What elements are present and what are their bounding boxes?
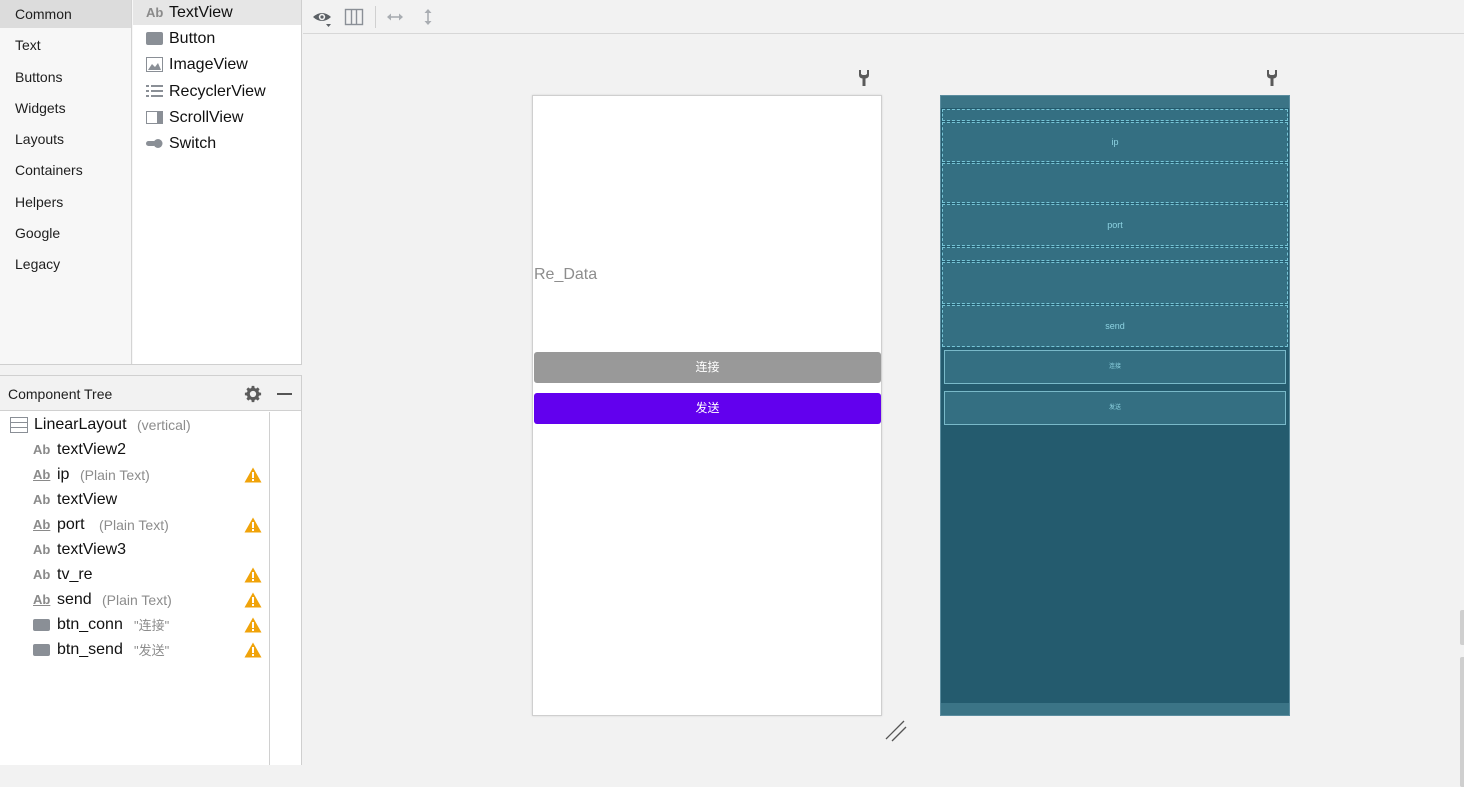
wrench-icon[interactable] [1265, 69, 1279, 87]
bp-port[interactable]: port [942, 204, 1288, 246]
widget-label: ScrollView [169, 109, 244, 126]
gear-icon[interactable] [244, 385, 262, 403]
widget-scrollview[interactable]: ScrollView [133, 105, 301, 130]
category-legacy[interactable]: Legacy [0, 250, 131, 278]
bp-btn-conn[interactable]: 连接 [944, 350, 1286, 384]
category-layouts[interactable]: Layouts [0, 125, 131, 153]
tree-node-name: LinearLayout [34, 416, 127, 433]
palette-panel: Common Text Buttons Widgets Layouts Cont… [0, 0, 302, 365]
tree-node-name: tv_re [57, 566, 93, 583]
tree-node-hint: (Plain Text) [80, 467, 150, 483]
blueprint-bottom-bar [941, 703, 1289, 715]
tree-node-name: textView2 [57, 441, 127, 458]
bp-ip[interactable]: ip [942, 122, 1288, 162]
design-surface[interactable]: Re_Data 连接 发送 [532, 95, 882, 716]
palette-categories: Common Text Buttons Widgets Layouts Cont… [0, 0, 132, 364]
wrench-icon[interactable] [857, 69, 871, 87]
tree-node-name: textView [57, 491, 118, 508]
tree-node-hint: "发送" [134, 643, 170, 658]
bp-tv-re[interactable] [942, 262, 1288, 304]
widget-label: TextView [169, 4, 233, 21]
button-icon [146, 32, 163, 45]
design-toolbar [303, 0, 1464, 34]
minimize-icon[interactable] [277, 393, 292, 395]
category-widgets[interactable]: Widgets [0, 94, 131, 122]
tv-re-text[interactable]: Re_Data [534, 266, 597, 284]
warning-icon[interactable] [244, 592, 262, 608]
textview-icon: Ab [33, 492, 51, 507]
warning-icon[interactable] [244, 517, 262, 533]
edittext-icon: Ab [33, 467, 51, 482]
design-canvas: Re_Data 连接 发送 ip port send 连接 发送 [303, 35, 1464, 787]
image-icon [146, 57, 163, 72]
vertical-resize-icon[interactable] [417, 6, 439, 28]
connect-button[interactable]: 连接 [534, 352, 881, 383]
tree-node-hint: "连接" [134, 618, 170, 633]
resize-handle-icon[interactable] [884, 719, 908, 743]
list-icon [146, 85, 163, 97]
category-common[interactable]: Common [0, 0, 131, 28]
textview-icon: Ab [33, 542, 51, 557]
tree-node-name: btn_send [57, 641, 123, 658]
tree-node-name: btn_conn [57, 616, 123, 633]
tree-node-hint: (vertical) [137, 417, 191, 433]
columns-icon[interactable] [343, 6, 365, 28]
side-panel-tab[interactable] [1460, 610, 1464, 645]
tree-node-name: port [57, 516, 85, 533]
warning-icon[interactable] [244, 567, 262, 583]
widget-textview[interactable]: Ab TextView [133, 0, 301, 25]
button-icon [33, 619, 50, 631]
textview-icon: Ab [146, 5, 164, 20]
component-tree-header: Component Tree [0, 375, 301, 411]
widget-button[interactable]: Button [133, 26, 301, 51]
textview-icon: Ab [33, 442, 51, 457]
scrollview-icon [146, 111, 163, 124]
side-panel-tab[interactable] [1460, 657, 1464, 787]
edittext-icon: Ab [33, 592, 51, 607]
switch-icon [146, 139, 163, 148]
blueprint-surface[interactable]: ip port send 连接 发送 [940, 95, 1290, 716]
component-tree-panel: Component Tree LinearLayout (vertical) A… [0, 375, 302, 765]
eye-icon[interactable] [311, 6, 333, 28]
widget-recyclerview[interactable]: RecyclerView [133, 79, 301, 104]
category-google[interactable]: Google [0, 219, 131, 247]
warning-icon[interactable] [244, 617, 262, 633]
bp-btn-send[interactable]: 发送 [944, 391, 1286, 425]
category-text[interactable]: Text [0, 31, 131, 59]
widget-label: Switch [169, 135, 217, 152]
tree-node-hint: (Plain Text) [102, 592, 172, 608]
tree-node-name: send [57, 591, 92, 608]
linearlayout-icon [10, 417, 28, 433]
warning-icon[interactable] [244, 642, 262, 658]
category-buttons[interactable]: Buttons [0, 63, 131, 91]
bp-send[interactable]: send [942, 305, 1288, 347]
button-icon [33, 644, 50, 656]
bp-textview[interactable] [942, 163, 1288, 203]
widget-switch[interactable]: Switch [133, 131, 301, 156]
horizontal-resize-icon[interactable] [384, 6, 406, 28]
tree-node-name: ip [57, 466, 70, 483]
bp-textview3[interactable] [942, 247, 1288, 261]
edittext-icon: Ab [33, 517, 51, 532]
blueprint-top-bar [941, 96, 1289, 108]
category-containers[interactable]: Containers [0, 156, 131, 184]
tree-node-name: textView3 [57, 541, 127, 558]
tree-node-hint: (Plain Text) [99, 517, 169, 533]
palette-widgets: Ab TextView Button ImageView RecyclerVie… [133, 0, 301, 364]
widget-label: RecyclerView [169, 83, 266, 100]
component-tree-title: Component Tree [8, 386, 113, 402]
textview-icon: Ab [33, 567, 51, 582]
widget-label: ImageView [169, 56, 248, 73]
toolbar-separator [375, 6, 376, 28]
category-helpers[interactable]: Helpers [0, 188, 131, 216]
bp-textview2[interactable] [942, 109, 1288, 121]
widget-label: Button [169, 30, 216, 47]
component-tree: LinearLayout (vertical) Ab textView2 Ab … [0, 412, 270, 765]
widget-imageview[interactable]: ImageView [133, 52, 301, 77]
send-button[interactable]: 发送 [534, 393, 881, 424]
warning-icon[interactable] [244, 467, 262, 483]
